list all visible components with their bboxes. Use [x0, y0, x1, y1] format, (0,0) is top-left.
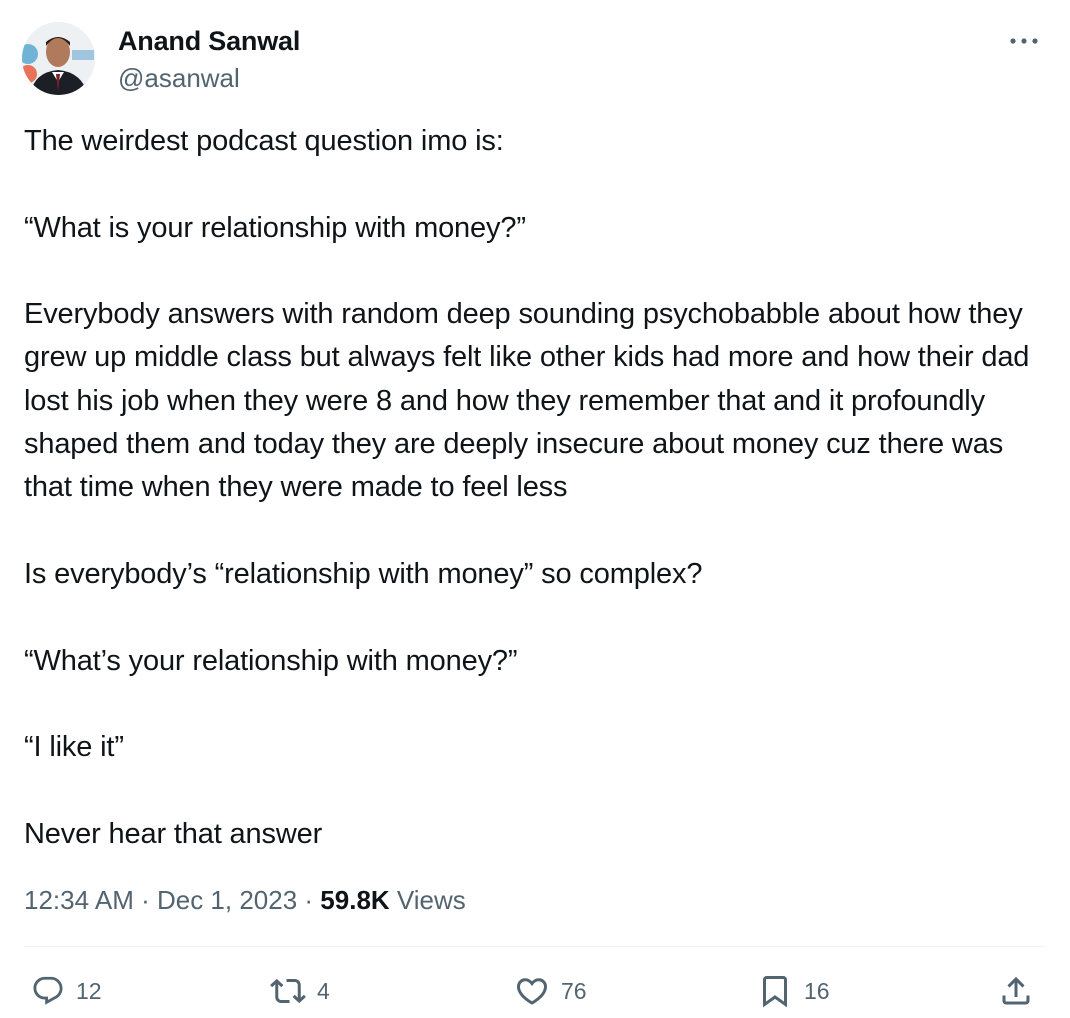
share-icon — [1002, 976, 1030, 1005]
reply-count: 12 — [76, 978, 102, 1004]
tweet-time: 12:34 AM — [24, 885, 134, 915]
divider — [24, 946, 1045, 947]
tweet-metadata: 12:34 AM · Dec 1, 2023 · 59.8K Views — [24, 880, 466, 920]
tweet-paragraph: Never hear that answer — [24, 817, 323, 850]
like-button[interactable]: 76 — [514, 967, 587, 1015]
views-count: 59.8K — [320, 885, 390, 915]
like-count: 76 — [561, 978, 587, 1004]
meta-separator: · — [297, 885, 321, 915]
tweet-paragraph: “What is your relationship with money?” — [24, 211, 526, 244]
tweet-paragraph: “I like it” — [24, 731, 124, 764]
heart-icon — [516, 978, 548, 1005]
reply-button[interactable]: 12 — [31, 967, 102, 1015]
tweet-text: The weirdest podcast question imo is: “W… — [24, 120, 1049, 856]
avatar-image — [22, 22, 95, 95]
tweet-paragraph: Is everybody’s “relationship with money”… — [24, 557, 703, 590]
views-link[interactable]: 59.8K Views — [320, 885, 466, 915]
tweet-timestamp-link[interactable]: 12:34 AM · Dec 1, 2023 — [24, 885, 297, 915]
repost-count: 4 — [317, 978, 330, 1004]
tweet-paragraph: “What’s your relationship with money?” — [24, 644, 518, 677]
repost-button[interactable]: 4 — [270, 967, 330, 1015]
bookmark-button[interactable]: 16 — [757, 967, 830, 1015]
bookmark-count: 16 — [804, 978, 830, 1004]
reply-icon — [33, 976, 63, 1005]
repost-icon — [270, 978, 306, 1004]
tweet-date: Dec 1, 2023 — [156, 885, 298, 915]
more-horizontal-icon — [1010, 38, 1038, 44]
more-options-button[interactable] — [1002, 24, 1046, 58]
tweet-paragraph: Everybody answers with random deep sound… — [24, 298, 1038, 504]
author-handle[interactable]: @asanwal — [118, 62, 240, 94]
tweet-paragraph: The weirdest podcast question imo is: — [24, 125, 504, 157]
author-display-name[interactable]: Anand Sanwal — [118, 25, 300, 57]
views-label: Views — [389, 885, 466, 915]
meta-separator: · — [133, 885, 157, 915]
share-button[interactable] — [998, 967, 1034, 1015]
tweet: Anand Sanwal @asanwal The weirdest podca… — [0, 0, 1070, 1018]
avatar[interactable] — [22, 22, 95, 95]
bookmark-icon — [763, 976, 787, 1008]
